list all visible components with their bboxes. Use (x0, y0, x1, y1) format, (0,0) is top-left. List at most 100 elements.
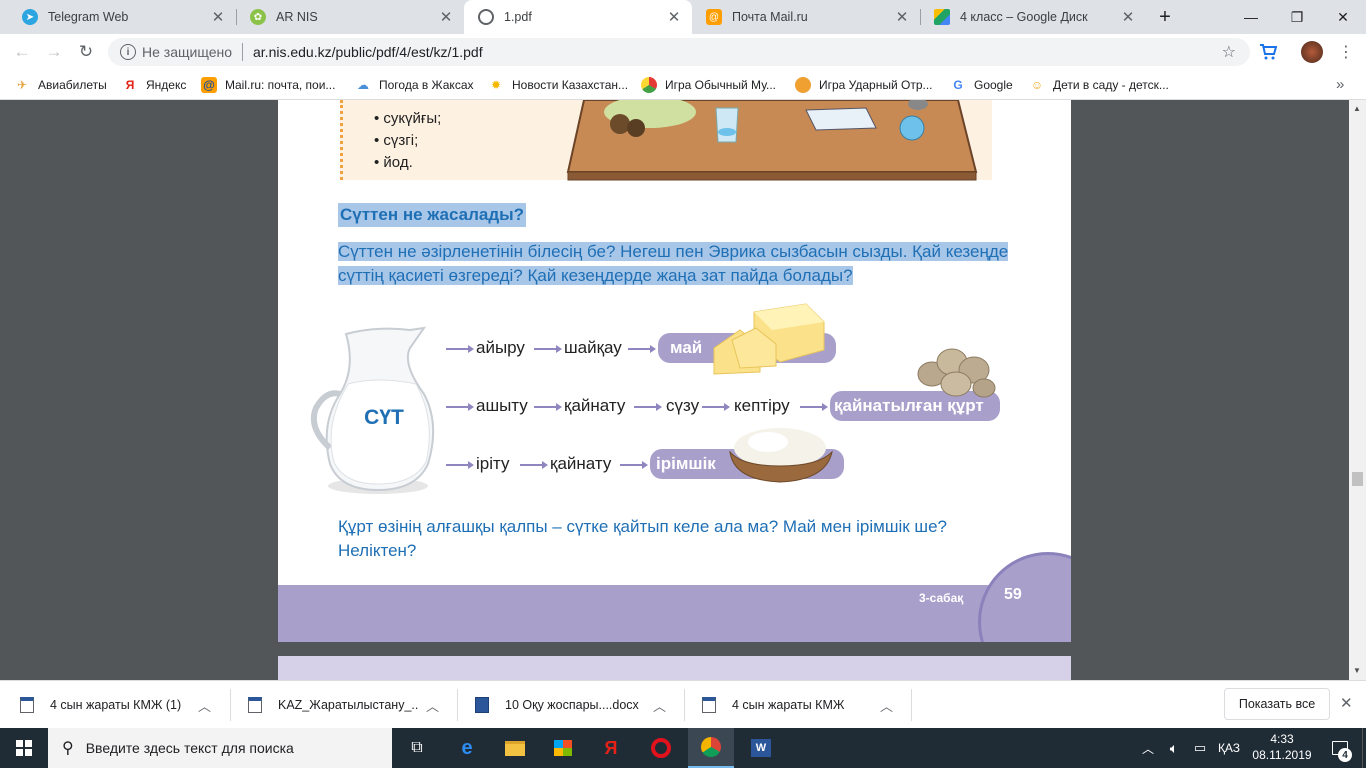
taskbar-search-box[interactable]: ⚲ Введите здесь текст для поиска (48, 728, 392, 768)
pdf-page: • сукүйғы; • сүзгі; • йод. Сүттен не жас… (278, 100, 1071, 642)
bookmark-aviabilety[interactable]: ✈ Авиабилеты (14, 70, 107, 99)
section-heading: Сүттен не жасалады? (338, 203, 527, 227)
file-explorer-icon[interactable] (492, 728, 538, 768)
arrow-icon (534, 345, 562, 353)
arrow-icon (446, 461, 474, 469)
close-icon[interactable]: ✕ (1340, 694, 1353, 712)
file-icon (248, 697, 262, 713)
nis-logo-icon: ✿ (250, 9, 266, 25)
scroll-up-icon[interactable]: ▲ (1353, 104, 1361, 113)
dotted-border (340, 100, 343, 180)
scroll-down-icon[interactable]: ▼ (1353, 666, 1361, 675)
chevron-up-icon[interactable]: ︿ (198, 696, 211, 715)
weather-icon: ☁ (357, 77, 369, 92)
game-icon (641, 76, 657, 93)
tab-title: AR NIS (276, 10, 318, 24)
tab-title: 1.pdf (504, 10, 532, 24)
minimize-button[interactable]: — (1228, 0, 1274, 34)
intro-paragraph: Сүттен не әзірленетінін білесің бе? Неге… (338, 242, 1009, 285)
network-icon[interactable]: ▭ (1190, 728, 1210, 768)
task-view-icon[interactable]: ⧉ (394, 728, 440, 768)
forward-button[interactable]: → (40, 38, 68, 66)
show-desktop-button[interactable] (1362, 728, 1366, 768)
clock-time: 4:33 (1270, 732, 1294, 746)
tab-telegram[interactable]: ➤ Telegram Web ✕ (8, 0, 236, 34)
show-all-button[interactable]: Показать все (1224, 688, 1330, 720)
bookmark-kids[interactable]: ☺ Дети в саду - детск... (1029, 70, 1169, 99)
search-icon: ⚲ (62, 740, 74, 757)
clock[interactable]: 4:33 08.11.2019 (1252, 731, 1312, 763)
download-item[interactable]: 4 сын жараты КМЖ (1) ︿ (0, 681, 211, 729)
restore-button[interactable]: ❐ (1274, 0, 1320, 34)
download-item[interactable]: 4 сын жараты КМЖ ︿ (682, 681, 893, 729)
download-item[interactable]: KAZ_Жаратылыстану_... ︿ (228, 681, 439, 729)
close-icon[interactable]: ✕ (664, 8, 684, 26)
menu-icon[interactable]: ⋮ (1332, 38, 1360, 66)
new-tab-button[interactable]: + (1146, 0, 1184, 34)
yandex-browser-icon[interactable]: Я (588, 728, 634, 768)
bookmark-game-2[interactable]: Игра Ударный Отр... (795, 70, 933, 99)
bookmark-yandex[interactable]: Я Яндекс (122, 70, 187, 99)
reload-button[interactable]: ↻ (72, 38, 100, 66)
profile-avatar[interactable] (1298, 38, 1326, 66)
cart-icon[interactable] (1254, 38, 1282, 66)
address-bar[interactable]: i Не защищено ar.nis.edu.kz/public/pdf/4… (108, 38, 1250, 66)
telegram-icon: ➤ (22, 9, 38, 25)
close-icon[interactable]: ✕ (208, 8, 228, 26)
tab-ar-nis[interactable]: ✿ AR NIS ✕ (236, 0, 464, 34)
tab-pdf[interactable]: 1.pdf ✕ (464, 0, 692, 34)
star-icon[interactable]: ☆ (1222, 42, 1236, 62)
close-icon[interactable]: ✕ (892, 8, 912, 26)
tab-title: Telegram Web (48, 10, 129, 24)
scrollbar-thumb[interactable] (1352, 472, 1363, 486)
bookmark-weather[interactable]: ☁ Погода в Жаксах (355, 70, 474, 99)
bookmark-google[interactable]: G Google (950, 70, 1012, 99)
chevron-up-icon[interactable]: ︿ (880, 696, 893, 715)
info-icon[interactable]: i (120, 44, 136, 60)
next-pdf-page (278, 656, 1071, 680)
kurt-illustration (917, 348, 996, 398)
flow-step: айыру (476, 338, 525, 357)
more-bookmarks-icon[interactable]: » (1336, 70, 1344, 99)
url-text[interactable]: ar.nis.edu.kz/public/pdf/4/est/kz/1.pdf (253, 44, 483, 60)
bookmark-news[interactable]: ✹ Новости Казахстан... (488, 70, 628, 99)
tab-title: Почта Mail.ru (732, 10, 808, 24)
notification-icon[interactable]: 4 (1320, 728, 1360, 768)
download-item[interactable]: 10 Оқу жоспары....docx ︿ (455, 681, 666, 729)
edge-icon[interactable]: e (444, 728, 490, 768)
windows-start-icon[interactable] (0, 728, 48, 768)
bookmarks-bar: ✈ Авиабилеты Я Яндекс @ Mail.ru: почта, пои… (0, 70, 1366, 100)
chevron-up-icon[interactable]: ︿ (653, 696, 666, 715)
bookmark-mailru[interactable]: @ Mail.ru: почта, пои... (201, 70, 335, 99)
google-icon: G (953, 77, 963, 92)
chevron-up-icon[interactable]: ︿ (1138, 728, 1158, 768)
google-drive-icon (934, 9, 950, 25)
chrome-icon[interactable] (688, 728, 734, 768)
game-owl-icon (795, 76, 811, 93)
butter-illustration (713, 303, 825, 375)
tab-google-drive[interactable]: 4 класс – Google Диск ✕ (920, 0, 1146, 34)
language-indicator[interactable]: ҚАЗ (1212, 728, 1246, 768)
globe-icon (478, 9, 494, 25)
word-icon[interactable]: W (738, 728, 784, 768)
bookmark-game-1[interactable]: Игра Обычный Му... (641, 70, 776, 99)
back-button[interactable]: ← (8, 38, 36, 66)
chevron-up-icon[interactable]: ︿ (426, 696, 439, 715)
pdf-viewer[interactable]: • сукүйғы; • сүзгі; • йод. Сүттен не жас… (0, 100, 1366, 680)
mailru-icon: @ (201, 76, 217, 93)
news-icon: ✹ (490, 77, 502, 92)
close-window-button[interactable]: ✕ (1320, 0, 1366, 34)
close-icon[interactable]: ✕ (1118, 8, 1138, 26)
vertical-scrollbar[interactable]: ▲ ▼ (1349, 100, 1366, 680)
yandex-icon: Я (125, 77, 135, 92)
arrow-icon (800, 403, 828, 411)
volume-muted-icon[interactable]: 🔈︎ (1162, 728, 1186, 768)
tab-mail[interactable]: @ Почта Mail.ru ✕ (692, 0, 920, 34)
page-number-circle (978, 552, 1071, 642)
arrow-icon (634, 403, 662, 411)
store-icon[interactable] (540, 728, 586, 768)
security-label: Не защищено (142, 44, 232, 60)
opera-icon[interactable] (638, 728, 684, 768)
lesson-label: 3-сабақ (919, 591, 964, 605)
close-icon[interactable]: ✕ (436, 8, 456, 26)
